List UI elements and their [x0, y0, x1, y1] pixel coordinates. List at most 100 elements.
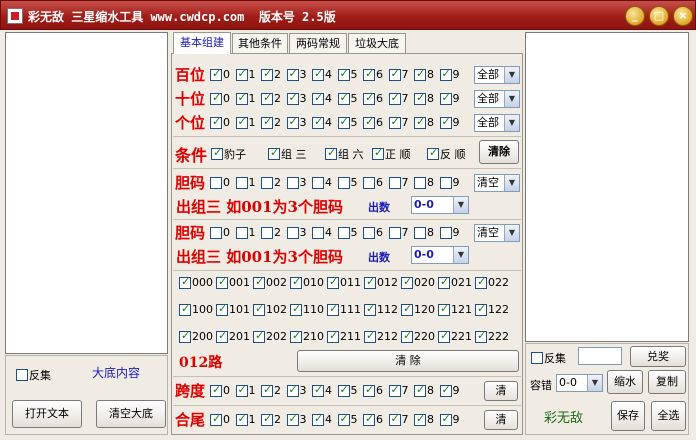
grid012-cell-102[interactable]: 102	[253, 302, 287, 316]
dan1-digit-9[interactable]: 9	[439, 176, 460, 189]
right-list[interactable]	[525, 32, 689, 342]
hewei-digit-1[interactable]: 1	[235, 412, 256, 426]
ge-digit-5[interactable]: 5	[337, 115, 358, 129]
grid012-cell-120[interactable]: 120	[401, 302, 435, 316]
select-all-button[interactable]: 全选	[651, 401, 686, 431]
left-list[interactable]	[5, 32, 168, 354]
close-button[interactable]: ×	[673, 6, 693, 26]
grid012-cell-211[interactable]: 211	[327, 329, 361, 343]
ge-digit-8[interactable]: 8	[414, 115, 434, 129]
kuadu-digit-9[interactable]: 9	[439, 383, 460, 397]
dan2-digit-0[interactable]: 0	[210, 226, 230, 239]
ge-digit-0[interactable]: 0	[210, 115, 230, 129]
left-fanji-checkbox[interactable]: 反集	[16, 367, 51, 383]
bai-digit-1[interactable]: 1	[235, 67, 256, 81]
ge-digit-6[interactable]: 6	[363, 115, 383, 129]
dan2-digit-3[interactable]: 3	[286, 226, 307, 239]
dan1-count-select[interactable]: 0-0 ▼	[411, 196, 469, 214]
bai-digit-7[interactable]: 7	[388, 67, 409, 81]
dan1-digit-6[interactable]: 6	[363, 176, 383, 189]
dan2-digit-5[interactable]: 5	[337, 226, 358, 239]
suoshui-button[interactable]: 缩水	[607, 370, 643, 394]
dan2-digit-1[interactable]: 1	[235, 226, 256, 239]
dan1-select[interactable]: 清空 ▼	[474, 174, 520, 192]
shi-digit-8[interactable]: 8	[414, 91, 434, 105]
dan1-digit-4[interactable]: 4	[312, 176, 332, 189]
dan2-digit-7[interactable]: 7	[388, 226, 409, 239]
bai-digit-2[interactable]: 2	[261, 67, 281, 81]
dan2-select[interactable]: 清空 ▼	[474, 224, 520, 242]
kuadu-digit-7[interactable]: 7	[388, 383, 409, 397]
grid012-cell-010[interactable]: 010	[290, 275, 324, 289]
dan1-digit-1[interactable]: 1	[235, 176, 256, 189]
dan1-digit-2[interactable]: 2	[261, 176, 281, 189]
bai-digit-3[interactable]: 3	[286, 67, 307, 81]
shi-digit-1[interactable]: 1	[235, 91, 256, 105]
grid012-cell-000[interactable]: 000	[179, 275, 213, 289]
grid012-cell-210[interactable]: 210	[290, 329, 324, 343]
grid012-cell-121[interactable]: 121	[438, 302, 472, 316]
kuadu-digit-8[interactable]: 8	[414, 383, 434, 397]
cond-baozi[interactable]: 豹子	[211, 146, 246, 162]
open-text-button[interactable]: 打开文本	[12, 400, 82, 428]
tab-other[interactable]: 其他条件	[232, 33, 288, 53]
kuadu-digit-1[interactable]: 1	[235, 383, 256, 397]
grid012-cell-101[interactable]: 101	[216, 302, 250, 316]
grid012-cell-111[interactable]: 111	[327, 302, 361, 316]
cond-zhengshun[interactable]: 正 顺	[372, 146, 411, 162]
bai-digit-8[interactable]: 8	[414, 67, 434, 81]
tab-two-code[interactable]: 两码常规	[289, 33, 347, 53]
grid012-cell-221[interactable]: 221	[438, 329, 472, 343]
shi-select[interactable]: 全部 ▼	[474, 90, 520, 108]
grid012-clear-button[interactable]: 清 除	[297, 350, 519, 372]
grid012-cell-122[interactable]: 122	[475, 302, 509, 316]
shi-digit-0[interactable]: 0	[210, 91, 230, 105]
hewei-digit-2[interactable]: 2	[261, 412, 281, 426]
cond-zusan[interactable]: 组 三	[268, 146, 307, 162]
grid012-cell-001[interactable]: 001	[216, 275, 250, 289]
shi-digit-6[interactable]: 6	[363, 91, 383, 105]
hewei-digit-0[interactable]: 0	[210, 412, 230, 426]
ge-digit-1[interactable]: 1	[235, 115, 256, 129]
hewei-digit-8[interactable]: 8	[414, 412, 434, 426]
grid012-cell-011[interactable]: 011	[327, 275, 361, 289]
kuadu-clear-button[interactable]: 清	[484, 381, 518, 401]
grid012-cell-200[interactable]: 200	[179, 329, 213, 343]
grid012-cell-012[interactable]: 012	[364, 275, 398, 289]
dan2-digit-9[interactable]: 9	[439, 226, 460, 239]
bai-digit-0[interactable]: 0	[210, 67, 230, 81]
hewei-digit-3[interactable]: 3	[286, 412, 307, 426]
grid012-cell-222[interactable]: 222	[475, 329, 509, 343]
grid012-cell-212[interactable]: 212	[364, 329, 398, 343]
shi-digit-5[interactable]: 5	[337, 91, 358, 105]
grid012-cell-202[interactable]: 202	[253, 329, 287, 343]
dan2-digit-8[interactable]: 8	[414, 226, 434, 239]
dan1-digit-3[interactable]: 3	[286, 176, 307, 189]
ge-digit-7[interactable]: 7	[388, 115, 409, 129]
cond-zuliu[interactable]: 组 六	[325, 146, 364, 162]
ge-digit-2[interactable]: 2	[261, 115, 281, 129]
ge-select[interactable]: 全部 ▼	[474, 114, 520, 132]
kuadu-digit-3[interactable]: 3	[286, 383, 307, 397]
grid012-cell-022[interactable]: 022	[475, 275, 509, 289]
shi-digit-2[interactable]: 2	[261, 91, 281, 105]
kuadu-digit-5[interactable]: 5	[337, 383, 358, 397]
dan2-digit-4[interactable]: 4	[312, 226, 332, 239]
save-button[interactable]: 保存	[611, 401, 645, 431]
grid012-cell-021[interactable]: 021	[438, 275, 472, 289]
kuadu-digit-2[interactable]: 2	[261, 383, 281, 397]
grid012-cell-020[interactable]: 020	[401, 275, 435, 289]
grid012-cell-100[interactable]: 100	[179, 302, 213, 316]
bai-digit-4[interactable]: 4	[312, 67, 332, 81]
dan2-count-select[interactable]: 0-0 ▼	[411, 246, 469, 264]
shi-digit-9[interactable]: 9	[439, 91, 460, 105]
dan2-digit-6[interactable]: 6	[363, 226, 383, 239]
duijiang-button[interactable]: 兑奖	[630, 346, 686, 367]
ge-digit-3[interactable]: 3	[286, 115, 307, 129]
dan1-digit-7[interactable]: 7	[388, 176, 409, 189]
grid012-cell-002[interactable]: 002	[253, 275, 287, 289]
grid012-cell-201[interactable]: 201	[216, 329, 250, 343]
clear-dadi-button[interactable]: 清空大底	[96, 400, 166, 428]
bai-select[interactable]: 全部 ▼	[474, 66, 520, 84]
dan1-digit-5[interactable]: 5	[337, 176, 358, 189]
